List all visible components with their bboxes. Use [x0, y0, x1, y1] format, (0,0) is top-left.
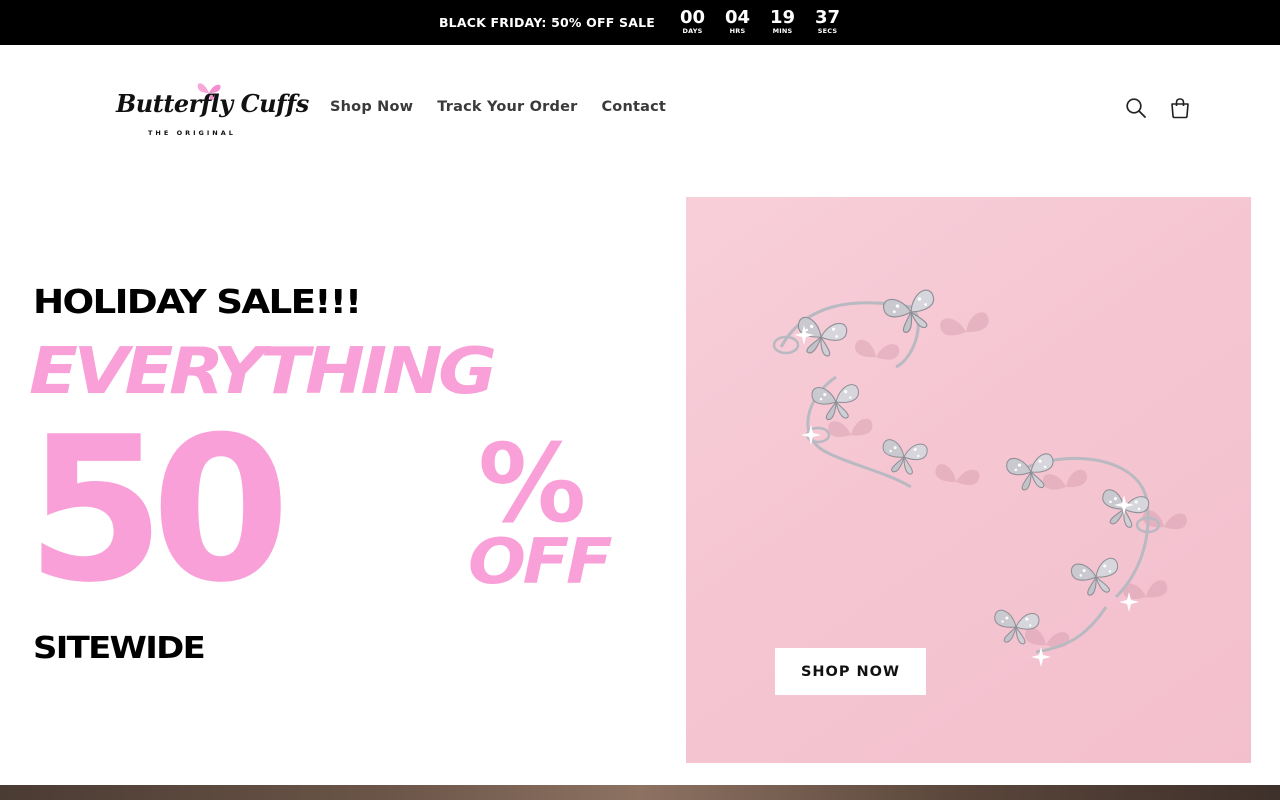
hero-discount-number: 50: [26, 394, 290, 627]
site-header: Butterfly Cuffs THE ORIGINAL Shop Now Tr…: [0, 45, 1280, 175]
announcement-bar: BLACK FRIDAY: 50% OFF SALE 00 DAYS 04 HR…: [0, 0, 1280, 45]
search-icon: [1126, 98, 1146, 118]
hero-sale-banner: HOLIDAY SALE!!! EVERYTHING 50 % OFF SITE…: [0, 175, 685, 785]
butterfly-ear-cuffs-illustration: [772, 287, 1188, 667]
search-button[interactable]: [1123, 95, 1149, 121]
countdown-seconds: 37 SECS: [814, 9, 841, 36]
hero-headline: HOLIDAY SALE!!!: [33, 282, 362, 321]
countdown-value: 37: [815, 7, 841, 28]
shop-now-button[interactable]: SHOP NOW: [775, 648, 926, 695]
countdown-value: 04: [725, 7, 751, 28]
nav-contact[interactable]: Contact: [589, 97, 678, 117]
countdown-label: DAYS: [682, 27, 703, 35]
hero-off: OFF: [468, 525, 613, 598]
nav-shop-now[interactable]: Shop Now: [318, 97, 425, 117]
cart-icon: [1171, 98, 1189, 119]
next-section-image-edge: [0, 785, 1280, 800]
countdown-minutes: 19 MINS: [769, 9, 796, 36]
countdown-timer: 00 DAYS 04 HRS 19 MINS 37 SECS: [679, 9, 841, 36]
brand-logo[interactable]: Butterfly Cuffs THE ORIGINAL: [112, 79, 309, 141]
countdown-label: SECS: [817, 27, 838, 35]
main-nav: Shop Now Track Your Order Contact: [318, 97, 678, 117]
brand-name: Butterfly Cuffs: [116, 89, 309, 118]
hero-sitewide: SITEWIDE: [33, 631, 206, 666]
countdown-label: HRS: [729, 27, 746, 35]
nav-track-order[interactable]: Track Your Order: [425, 97, 589, 117]
countdown-value: 19: [770, 7, 796, 28]
hero-product-image: [686, 197, 1251, 763]
announcement-text: BLACK FRIDAY: 50% OFF SALE: [438, 15, 656, 30]
countdown-hours: 04 HRS: [724, 9, 751, 36]
countdown-label: MINS: [772, 27, 793, 35]
hero-percent-sign: %: [478, 422, 587, 547]
brand-tagline: THE ORIGINAL: [148, 129, 236, 137]
countdown-value: 00: [680, 7, 706, 28]
countdown-days: 00 DAYS: [679, 9, 706, 36]
cart-button[interactable]: [1167, 95, 1193, 121]
